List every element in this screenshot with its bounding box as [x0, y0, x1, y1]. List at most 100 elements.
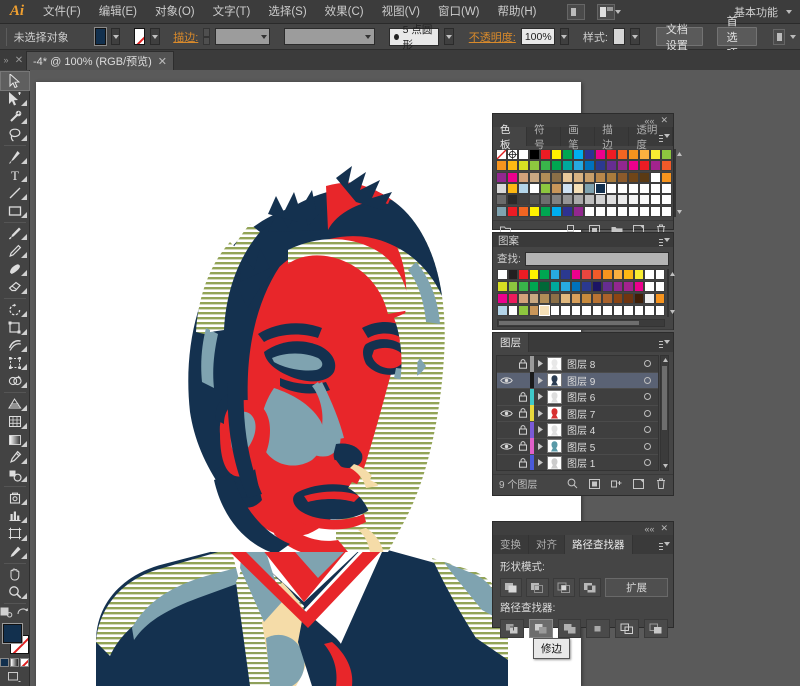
swatch-cell[interactable] — [581, 269, 592, 280]
swatch-cell[interactable] — [529, 160, 540, 172]
swatch-cell[interactable] — [644, 269, 655, 280]
swatch-cell[interactable] — [570, 281, 581, 292]
layer-name[interactable]: 图层 1 — [567, 455, 636, 470]
layers-scrollbar-thumb[interactable] — [662, 366, 667, 430]
swatch-cell[interactable] — [584, 205, 595, 217]
layer-lock-icon[interactable] — [515, 441, 530, 451]
swatch-cell[interactable] — [496, 171, 507, 183]
pen-tool[interactable] — [1, 148, 29, 166]
swatch-cell[interactable] — [595, 160, 606, 172]
swatch-cell[interactable] — [602, 281, 613, 292]
patterns-hscrollbar-thumb[interactable] — [499, 321, 639, 325]
swatch-cell[interactable] — [591, 281, 602, 292]
bridge-button[interactable] — [567, 3, 586, 20]
swatch-cell[interactable] — [518, 171, 529, 183]
swatch-cell[interactable] — [528, 269, 539, 280]
menu-item-effect[interactable]: 效果(C) — [316, 0, 373, 24]
swatch-cell[interactable] — [650, 194, 661, 206]
opacity-input[interactable]: 100% — [520, 28, 555, 45]
blend-tool[interactable] — [1, 466, 29, 484]
swatch-cell[interactable] — [518, 281, 529, 292]
rotate-tool[interactable] — [1, 301, 29, 319]
layer-expand-chevron-icon[interactable] — [534, 426, 547, 434]
symbol-sprayer-tool[interactable] — [1, 489, 29, 507]
swatch-cell[interactable] — [560, 293, 571, 304]
swatch-cell[interactable] — [551, 182, 562, 194]
tab-stroke[interactable]: 描边 — [595, 124, 630, 151]
swatch-cell[interactable] — [584, 160, 595, 172]
width-tool[interactable] — [1, 337, 29, 355]
preferences-button[interactable]: 首选项 — [716, 16, 757, 60]
create-new-layer-icon[interactable] — [632, 477, 645, 490]
swatch-cell[interactable] — [581, 281, 592, 292]
document-tab-close-icon[interactable]: ✕ — [158, 55, 167, 68]
swatch-cell[interactable] — [507, 205, 518, 217]
swatch-cell[interactable] — [560, 281, 571, 292]
swatch-cell[interactable] — [539, 269, 550, 280]
layer-lock-icon[interactable] — [515, 457, 530, 468]
swatch-cell[interactable] — [518, 182, 529, 194]
stroke-label[interactable]: 描边: — [173, 29, 198, 45]
layer-name[interactable]: 图层 6 — [567, 389, 636, 404]
layer-lock-icon[interactable] — [515, 424, 530, 435]
fill-dropdown-icon[interactable] — [110, 28, 121, 45]
swatch-cell[interactable] — [518, 149, 529, 160]
swatch-cell[interactable] — [623, 293, 634, 304]
layer-row[interactable]: 图层 4 — [497, 421, 658, 439]
scroll-up-icon[interactable] — [676, 150, 683, 158]
stroke-weight-combo[interactable] — [215, 28, 271, 45]
tab-symbols[interactable]: 符号 — [527, 124, 562, 151]
swatch-cell[interactable] — [562, 160, 573, 172]
swatch-cell[interactable] — [639, 160, 650, 172]
lasso-tool[interactable] — [1, 126, 29, 144]
swatch-cell[interactable] — [661, 205, 672, 217]
layer-row[interactable]: 图层 8 — [497, 356, 658, 373]
menu-item-file[interactable]: 文件(F) — [34, 0, 90, 24]
swatch-cell[interactable] — [540, 182, 551, 194]
exclude-button[interactable] — [578, 578, 602, 597]
slice-tool[interactable] — [1, 543, 29, 561]
tab-pathfinder[interactable]: 路径查找器 — [565, 535, 633, 554]
layers-scrollbar[interactable] — [660, 355, 669, 471]
document-setup-button[interactable]: 文档设置 — [655, 24, 703, 52]
layer-target-circle-icon[interactable] — [636, 442, 658, 450]
selection-tool[interactable] — [0, 71, 30, 91]
minus-front-button[interactable] — [526, 578, 549, 597]
swatch-cell[interactable] — [654, 281, 665, 292]
tab-close-all-icon[interactable]: ✕ — [12, 50, 26, 70]
opacity-dropdown-icon[interactable] — [559, 28, 570, 45]
swatch-cell[interactable] — [528, 305, 539, 316]
swatch-cell[interactable] — [573, 171, 584, 183]
patterns-scrollbar[interactable] — [667, 269, 675, 317]
swatch-cell[interactable] — [650, 160, 661, 172]
swatch-cell[interactable] — [562, 171, 573, 183]
swatch-cell[interactable] — [654, 293, 665, 304]
swatch-cell[interactable] — [606, 182, 617, 194]
gradient-tool[interactable] — [1, 431, 29, 449]
trim-button[interactable] — [528, 619, 553, 638]
rectangle-tool[interactable] — [1, 202, 29, 220]
pathfinder-close-icon[interactable]: ✕ — [660, 523, 668, 534]
layer-lock-icon[interactable] — [515, 408, 530, 418]
swatch-cell[interactable] — [595, 205, 606, 217]
swatches-scrollbar[interactable] — [674, 149, 682, 217]
layer-expand-chevron-icon[interactable] — [534, 376, 547, 384]
brush-preset-dropdown-icon[interactable] — [444, 28, 454, 45]
swatch-cell[interactable] — [496, 205, 507, 217]
swatch-cell[interactable] — [581, 305, 592, 316]
screen-mode-button[interactable] — [8, 671, 21, 686]
swatch-cell[interactable] — [529, 182, 540, 194]
swatch-cell[interactable] — [595, 194, 606, 206]
zoom-tool[interactable] — [1, 583, 29, 601]
swatch-cell[interactable] — [496, 194, 507, 206]
pattern-scroll-up-icon[interactable] — [669, 270, 676, 278]
layer-expand-chevron-icon[interactable] — [534, 393, 547, 401]
patterns-grid[interactable] — [497, 269, 665, 317]
swatches-panel-menu-icon[interactable] — [659, 131, 670, 140]
swatch-cell[interactable] — [628, 205, 639, 217]
brush-definition-combo[interactable] — [283, 28, 376, 45]
swatch-cell[interactable] — [612, 269, 623, 280]
arrange-chevron-down-icon[interactable] — [615, 9, 622, 14]
delete-layer-icon[interactable] — [654, 477, 667, 490]
workspace-chevron-down-icon[interactable] — [786, 9, 792, 14]
